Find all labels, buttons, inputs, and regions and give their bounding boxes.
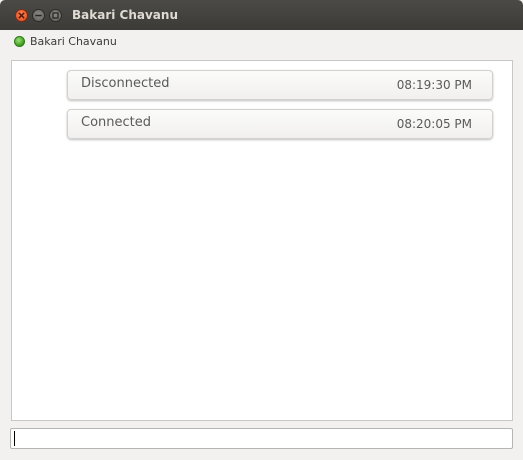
text-cursor bbox=[14, 431, 15, 446]
close-icon bbox=[18, 12, 25, 19]
message-text: Disconnected bbox=[81, 76, 170, 91]
close-button[interactable] bbox=[15, 9, 28, 22]
minimize-button[interactable] bbox=[32, 9, 45, 22]
status-online-icon bbox=[14, 35, 25, 47]
window-title: Bakari Chavanu bbox=[72, 8, 178, 22]
title-bar[interactable]: Bakari Chavanu bbox=[0, 0, 523, 30]
message-time: 08:19:30 PM bbox=[396, 78, 472, 92]
status-message: Disconnected 08:19:30 PM bbox=[67, 70, 493, 100]
contact-name: Bakari Chavanu bbox=[30, 34, 117, 48]
maximize-icon bbox=[52, 12, 59, 19]
minimize-icon bbox=[35, 14, 42, 17]
maximize-button[interactable] bbox=[49, 9, 62, 22]
contact-header: Bakari Chavanu bbox=[14, 33, 117, 49]
chat-window: Bakari Chavanu Bakari Chavanu Disconnect… bbox=[0, 0, 523, 460]
message-text: Connected bbox=[81, 115, 152, 130]
status-message: Connected 08:20:05 PM bbox=[67, 109, 493, 139]
conversation-view[interactable]: Disconnected 08:19:30 PM Connected 08:20… bbox=[11, 60, 513, 421]
message-input[interactable] bbox=[10, 428, 513, 449]
message-time: 08:20:05 PM bbox=[396, 117, 472, 131]
